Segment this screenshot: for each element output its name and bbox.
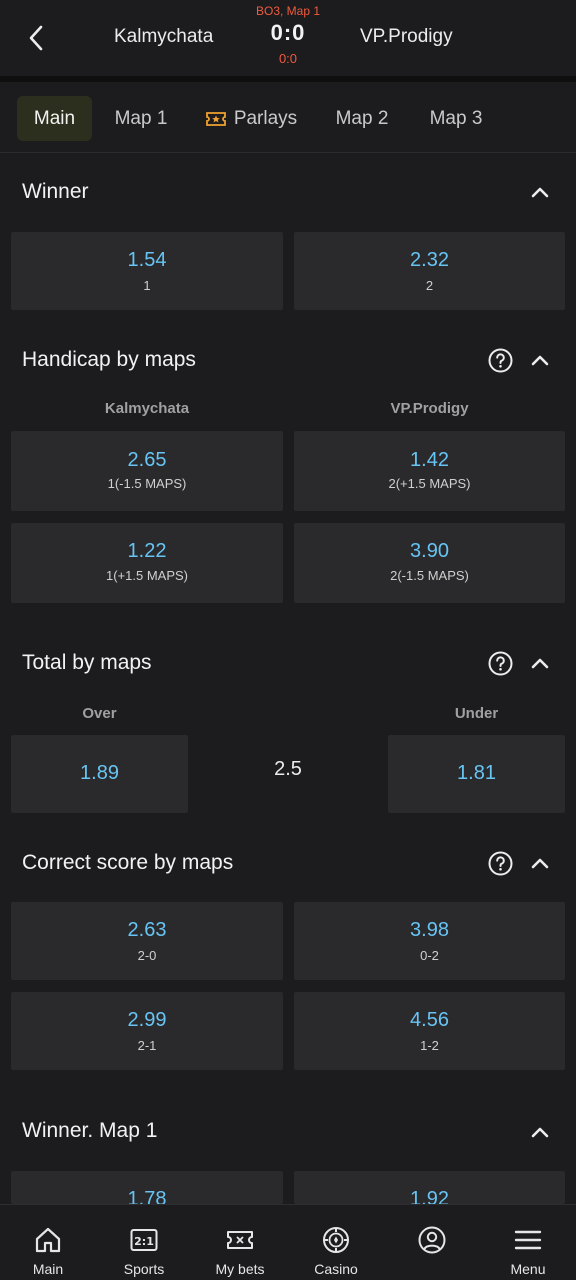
tab-map-1[interactable]: Map 1 xyxy=(106,96,176,141)
odd-value: 1.78 xyxy=(127,1188,167,1204)
chevron-left-icon xyxy=(29,25,43,51)
map-score: 0:0 xyxy=(278,51,298,66)
profile-icon xyxy=(418,1226,446,1254)
column-label-under: Under xyxy=(454,705,499,722)
scoreboard-icon: 2:1 xyxy=(130,1229,158,1251)
nav-item-main[interactable]: Main xyxy=(0,1205,96,1280)
column-label-over: Over xyxy=(82,705,117,722)
odd-value: 2.99 xyxy=(127,1009,167,1031)
odd-label: 2 xyxy=(425,278,434,293)
casino-chip-icon xyxy=(323,1227,349,1253)
tab-main[interactable]: Main xyxy=(17,96,92,141)
tab-label: Parlays xyxy=(233,107,298,129)
team-right-name: VP.Prodigy xyxy=(360,26,453,47)
odd-label: 1(+1.5 MAPS) xyxy=(105,568,188,583)
odd-label: 2(+1.5 MAPS) xyxy=(388,476,471,491)
section-title-winner-map-1: Winner. Map 1 xyxy=(22,1119,158,1142)
section-title-handicap: Handicap by maps xyxy=(22,348,196,371)
market-tabs: Main Map 1 Parlays Map 2 Map 3 xyxy=(0,82,576,153)
odd-button[interactable]: 3.90 2(-1.5 MAPS) xyxy=(294,523,565,603)
odd-button[interactable]: 1.22 1(+1.5 MAPS) xyxy=(11,523,283,603)
odd-button[interactable]: 1.42 2(+1.5 MAPS) xyxy=(294,431,565,511)
chevron-up-icon[interactable] xyxy=(528,348,552,372)
match-header: Kalmychata BO3, Map 1 0:0 0:0 VP.Prodigy xyxy=(0,0,576,76)
nav-label: My bets xyxy=(215,1261,265,1277)
tab-label: Map 2 xyxy=(335,107,389,129)
tab-label: Map 3 xyxy=(429,107,483,129)
odd-value: 1.42 xyxy=(410,449,449,471)
hamburger-menu-icon xyxy=(514,1230,542,1250)
odd-label: 2-0 xyxy=(137,948,157,963)
nav-label: Casino xyxy=(314,1261,358,1277)
odd-value: 1.92 xyxy=(410,1188,449,1204)
nav-item-menu[interactable]: Menu xyxy=(480,1205,576,1280)
bottom-navigation: Main 2:1 Sports My bets Casino Menu xyxy=(0,1204,576,1280)
odd-value: 4.56 xyxy=(410,1009,449,1031)
odd-button[interactable]: 2.99 2-1 xyxy=(11,992,283,1070)
odd-button[interactable]: 2.65 1(-1.5 MAPS) xyxy=(11,431,283,511)
nav-item-profile[interactable] xyxy=(384,1205,480,1280)
tab-parlays[interactable]: Parlays xyxy=(198,96,304,141)
odd-button[interactable]: 2.63 2-0 xyxy=(11,902,283,980)
parlay-ticket-icon xyxy=(205,111,226,126)
odd-button[interactable]: 1.78 xyxy=(11,1171,283,1204)
nav-label: Main xyxy=(32,1261,64,1277)
chevron-up-icon[interactable] xyxy=(528,851,552,875)
odd-value: 1.89 xyxy=(80,762,119,784)
match-score: 0:0 xyxy=(270,20,306,45)
section-title-winner: Winner xyxy=(22,180,89,203)
nav-item-sports[interactable]: 2:1 Sports xyxy=(96,1205,192,1280)
odd-label: 1(-1.5 MAPS) xyxy=(107,476,187,491)
help-icon[interactable] xyxy=(488,651,513,676)
tab-label: Map 1 xyxy=(114,107,168,129)
team-left-name: Kalmychata xyxy=(114,26,214,47)
odd-button[interactable]: 3.98 0-2 xyxy=(294,902,565,980)
odd-value: 2.63 xyxy=(127,919,167,941)
section-title-correct-score: Correct score by maps xyxy=(22,851,234,874)
odd-button-over[interactable]: 1.89 xyxy=(11,735,188,813)
odd-label: 2-1 xyxy=(137,1038,157,1053)
nav-label: Menu xyxy=(510,1261,546,1277)
odd-button[interactable]: 1.92 xyxy=(294,1171,565,1204)
chevron-up-icon[interactable] xyxy=(528,1120,552,1144)
odd-label: 0-2 xyxy=(420,948,439,963)
odd-button[interactable]: 2.32 2 xyxy=(294,232,565,310)
tab-label: Main xyxy=(33,107,76,129)
total-line-value: 2.5 xyxy=(274,758,302,780)
odd-value: 2.65 xyxy=(127,449,167,471)
ticket-icon xyxy=(227,1231,253,1249)
svg-text:2:1: 2:1 xyxy=(134,1235,154,1248)
column-label-vp-prodigy: VP.Prodigy xyxy=(390,400,469,417)
odd-value: 1.54 xyxy=(127,249,167,271)
odd-value: 1.22 xyxy=(127,540,167,562)
chevron-up-icon[interactable] xyxy=(528,651,552,675)
help-icon[interactable] xyxy=(488,851,513,876)
nav-item-casino[interactable]: Casino xyxy=(288,1205,384,1280)
chevron-up-icon[interactable] xyxy=(528,180,552,204)
help-icon[interactable] xyxy=(488,348,513,373)
back-button[interactable] xyxy=(20,22,52,54)
home-icon xyxy=(35,1227,61,1253)
odd-value: 2.32 xyxy=(410,249,449,271)
column-label-kalmychata: Kalmychata xyxy=(104,400,190,417)
odd-value: 3.90 xyxy=(410,540,449,562)
odd-label: 2(-1.5 MAPS) xyxy=(390,568,469,583)
odd-label: 1 xyxy=(143,278,151,293)
section-title-total: Total by maps xyxy=(22,651,152,674)
odd-button[interactable]: 4.56 1-2 xyxy=(294,992,565,1070)
match-format-info: BO3, Map 1 xyxy=(255,4,321,18)
odd-button[interactable]: 1.54 1 xyxy=(11,232,283,310)
tab-map-2[interactable]: Map 2 xyxy=(326,96,398,141)
nav-item-my-bets[interactable]: My bets xyxy=(192,1205,288,1280)
odd-value: 1.81 xyxy=(457,762,496,784)
odd-button-under[interactable]: 1.81 xyxy=(388,735,565,813)
tab-map-3[interactable]: Map 3 xyxy=(420,96,492,141)
odd-value: 3.98 xyxy=(410,919,449,941)
odd-label: 1-2 xyxy=(420,1038,439,1053)
nav-label: Sports xyxy=(123,1261,165,1277)
